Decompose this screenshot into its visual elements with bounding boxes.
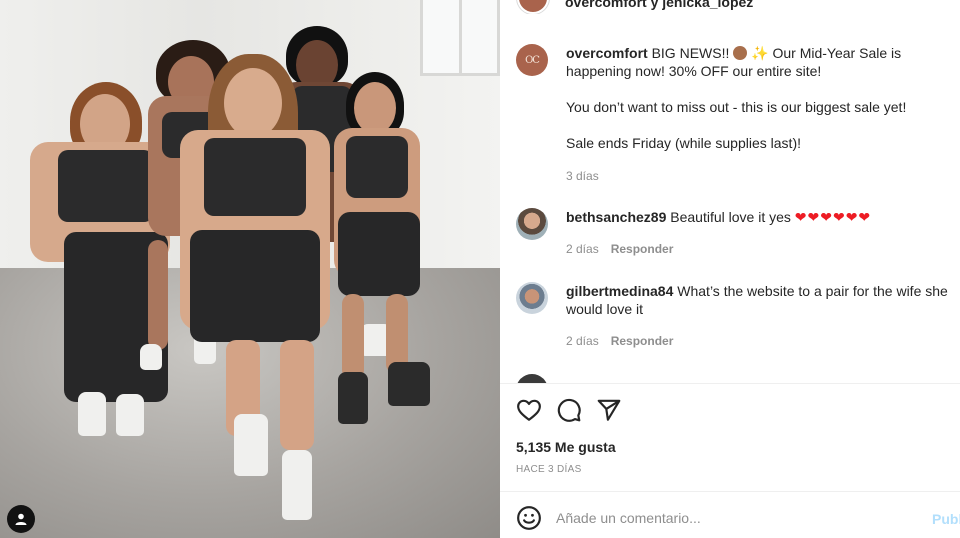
post-author-title[interactable]: overcomfort y jenicka_lopez: [565, 0, 753, 10]
tagged-users-icon[interactable]: [7, 505, 35, 533]
post-sidebar: overcomfort y jenicka_lopez OC overcomfo…: [500, 0, 960, 538]
reply-button[interactable]: Responder: [611, 334, 674, 348]
add-comment-bar: Publicar: [500, 492, 960, 538]
commenter-avatar[interactable]: [516, 374, 548, 383]
window: [420, 0, 500, 76]
commenter-avatar[interactable]: [516, 208, 548, 240]
brand-avatar[interactable]: OC: [516, 44, 548, 76]
comment-age[interactable]: 2 días: [566, 334, 599, 348]
comment-username[interactable]: gilbertmedina84: [566, 283, 673, 299]
post-timestamp[interactable]: HACE 3 DÍAS: [516, 464, 582, 475]
post-header: overcomfort y jenicka_lopez: [500, 0, 960, 14]
caption-username[interactable]: overcomfort: [566, 45, 648, 61]
caption-age[interactable]: 3 días: [566, 169, 599, 183]
reply-button[interactable]: Responder: [611, 242, 674, 256]
comment-item: bethsanchez89 Beautiful love it yes ❤❤❤❤…: [516, 208, 956, 268]
comment-hearts: ❤❤❤❤❤❤: [794, 209, 872, 225]
comments-list[interactable]: OC overcomfort BIG NEWS!! ✨ Our Mid-Year…: [500, 14, 960, 383]
model-5: [180, 54, 330, 524]
comment-meta: 2 días Responder: [566, 334, 673, 348]
caption-line3: Sale ends Friday (while supplies last)!: [566, 135, 801, 151]
comment-meta: 2 días Responder: [566, 242, 673, 256]
comment-icon[interactable]: [556, 397, 582, 423]
commenter-avatar[interactable]: [516, 282, 548, 314]
model-4: [330, 72, 440, 432]
comment-input[interactable]: [556, 502, 916, 534]
likes-count[interactable]: 5,135 Me gusta: [516, 439, 616, 455]
caption: OC overcomfort BIG NEWS!! ✨ Our Mid-Year…: [516, 44, 956, 194]
comment-username[interactable]: bethsanchez89: [566, 209, 666, 225]
share-icon[interactable]: [596, 397, 622, 423]
author-avatar[interactable]: [517, 0, 549, 14]
comment-item: gilbertmedina84 What’s the website to a …: [516, 282, 956, 352]
divider: [500, 383, 960, 384]
publish-button[interactable]: Publicar: [932, 511, 960, 527]
post-image[interactable]: [0, 0, 500, 538]
comment-text: Beautiful love it yes: [670, 209, 791, 225]
comment-item-partial: [516, 374, 956, 383]
heart-icon[interactable]: [516, 397, 542, 423]
caption-line1: BIG NEWS!!: [651, 45, 730, 61]
smiley-icon[interactable]: [516, 505, 542, 531]
brand-avatar-text: OC: [525, 54, 540, 66]
caption-line2: You don’t want to miss out - this is our…: [566, 99, 907, 115]
clap-emoji-icon: [733, 46, 748, 60]
comment-age[interactable]: 2 días: [566, 242, 599, 256]
sparkles-emoji-icon: ✨: [751, 45, 769, 61]
